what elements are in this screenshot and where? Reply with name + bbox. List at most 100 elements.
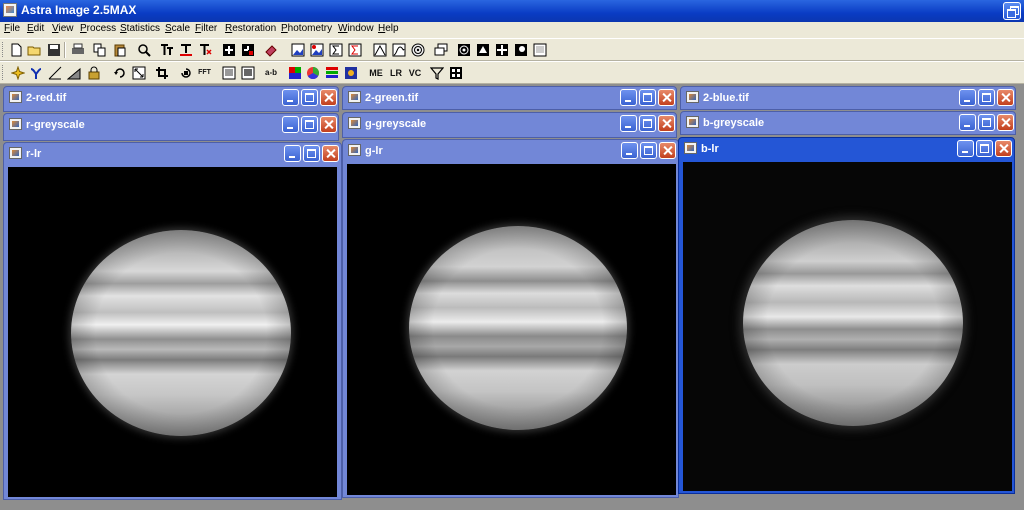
image-canvas[interactable] [347,164,676,495]
window-g-greyscale[interactable]: g-greyscale [342,112,677,138]
histogram-icon[interactable] [372,42,387,57]
image-canvas[interactable] [8,167,337,497]
window-titlebar[interactable]: r-lr [4,143,341,165]
crop-icon[interactable] [154,65,169,80]
fft-button[interactable]: FFT [197,65,212,80]
window-titlebar[interactable]: 2-blue.tif [681,87,1015,109]
minimize-button[interactable] [957,140,974,157]
gamma-icon[interactable] [28,65,43,80]
menu-help[interactable]: Help [378,23,399,34]
close-button[interactable] [322,145,339,162]
rotate-icon[interactable] [112,65,127,80]
spiral-icon[interactable] [410,42,425,57]
close-button[interactable] [658,89,675,106]
paste-icon[interactable] [112,42,127,57]
maximize-button[interactable] [301,89,318,106]
text-tool-icon[interactable] [159,42,174,57]
window-b-lr-active[interactable]: b-lr [678,137,1015,494]
grid-minus-icon[interactable] [240,42,255,57]
copy-icon[interactable] [92,42,107,57]
vc-button[interactable]: VC [406,65,424,80]
window-titlebar[interactable]: g-lr [343,140,678,162]
close-button[interactable] [320,89,337,106]
sum-red-icon[interactable] [347,42,362,57]
maximize-button[interactable] [639,115,656,132]
window-titlebar[interactable]: 2-red.tif [4,87,338,109]
minimize-button[interactable] [959,114,976,131]
open-folder-icon[interactable] [26,42,41,57]
close-button[interactable] [997,89,1014,106]
minimize-button[interactable] [282,89,299,106]
image-icon[interactable] [290,42,305,57]
menu-edit[interactable]: Edit [27,23,44,34]
grid-plus-icon[interactable] [221,42,236,57]
menu-scale[interactable]: Scale [165,23,190,34]
target-icon[interactable] [456,42,471,57]
mosaic-icon[interactable] [448,65,463,80]
flip-icon[interactable] [178,65,193,80]
window-icon[interactable] [221,65,236,80]
lock-icon[interactable] [86,65,101,80]
rgb-combine-icon[interactable] [287,65,302,80]
window-r-lr[interactable]: r-lr [3,142,342,500]
sparkle-icon[interactable] [10,65,25,80]
window-2-green-tif[interactable]: 2-green.tif [342,86,677,110]
cross-star-icon[interactable] [494,42,509,57]
close-button[interactable] [997,114,1014,131]
menu-file[interactable]: File [4,23,20,34]
maximize-button[interactable] [640,142,657,159]
maximize-button[interactable] [978,89,995,106]
minimize-button[interactable] [282,116,299,133]
text-red-icon[interactable] [178,42,193,57]
close-button[interactable] [995,140,1012,157]
lr-button[interactable]: LR [387,65,405,80]
maximize-button[interactable] [976,140,993,157]
eraser-icon[interactable] [263,42,278,57]
cascade-icon[interactable] [433,42,448,57]
dot-icon[interactable] [513,42,528,57]
sum-icon[interactable] [328,42,343,57]
toolbar-grip[interactable] [2,42,6,57]
window2-icon[interactable] [240,65,255,80]
color-wheel-icon[interactable] [305,65,320,80]
minimize-button[interactable] [621,142,638,159]
menu-window[interactable]: Window [338,23,374,34]
window-2-blue-tif[interactable]: 2-blue.tif [680,86,1016,110]
menu-restoration[interactable]: Restoration [225,23,276,34]
window-2-red-tif[interactable]: 2-red.tif [3,86,339,112]
zoom-icon[interactable] [136,42,151,57]
window-titlebar[interactable]: g-greyscale [343,113,676,135]
menu-photometry[interactable]: Photometry [281,23,332,34]
slope-icon[interactable] [47,65,62,80]
print-icon[interactable] [70,42,85,57]
star-icon[interactable] [475,42,490,57]
resize-icon[interactable] [131,65,146,80]
minimize-button[interactable] [620,89,637,106]
window-b-greyscale[interactable]: b-greyscale [680,111,1016,135]
toolbar-grip[interactable] [2,65,6,80]
window-r-greyscale[interactable]: r-greyscale [3,113,339,141]
color-bars-icon[interactable] [324,65,339,80]
app-restore-button[interactable] [1003,2,1021,20]
text-cross-icon[interactable] [197,42,212,57]
window-titlebar[interactable]: r-greyscale [4,114,338,136]
window-titlebar[interactable]: 2-green.tif [343,87,676,109]
ramp-icon[interactable] [66,65,81,80]
frame-icon[interactable] [532,42,547,57]
close-button[interactable] [658,115,675,132]
new-file-icon[interactable] [8,42,23,57]
menu-view[interactable]: View [52,23,74,34]
menu-filter[interactable]: Filter [195,23,217,34]
palette-icon[interactable] [343,65,358,80]
minimize-button[interactable] [284,145,301,162]
image-canvas[interactable] [683,162,1012,491]
window-g-lr[interactable]: g-lr [342,139,679,498]
maximize-button[interactable] [301,116,318,133]
window-titlebar[interactable]: b-greyscale [681,112,1015,134]
close-button[interactable] [659,142,676,159]
maximize-button[interactable] [303,145,320,162]
close-button[interactable] [320,116,337,133]
minimize-button[interactable] [959,89,976,106]
a-minus-b-button[interactable]: a-b [262,65,280,80]
maximize-button[interactable] [639,89,656,106]
